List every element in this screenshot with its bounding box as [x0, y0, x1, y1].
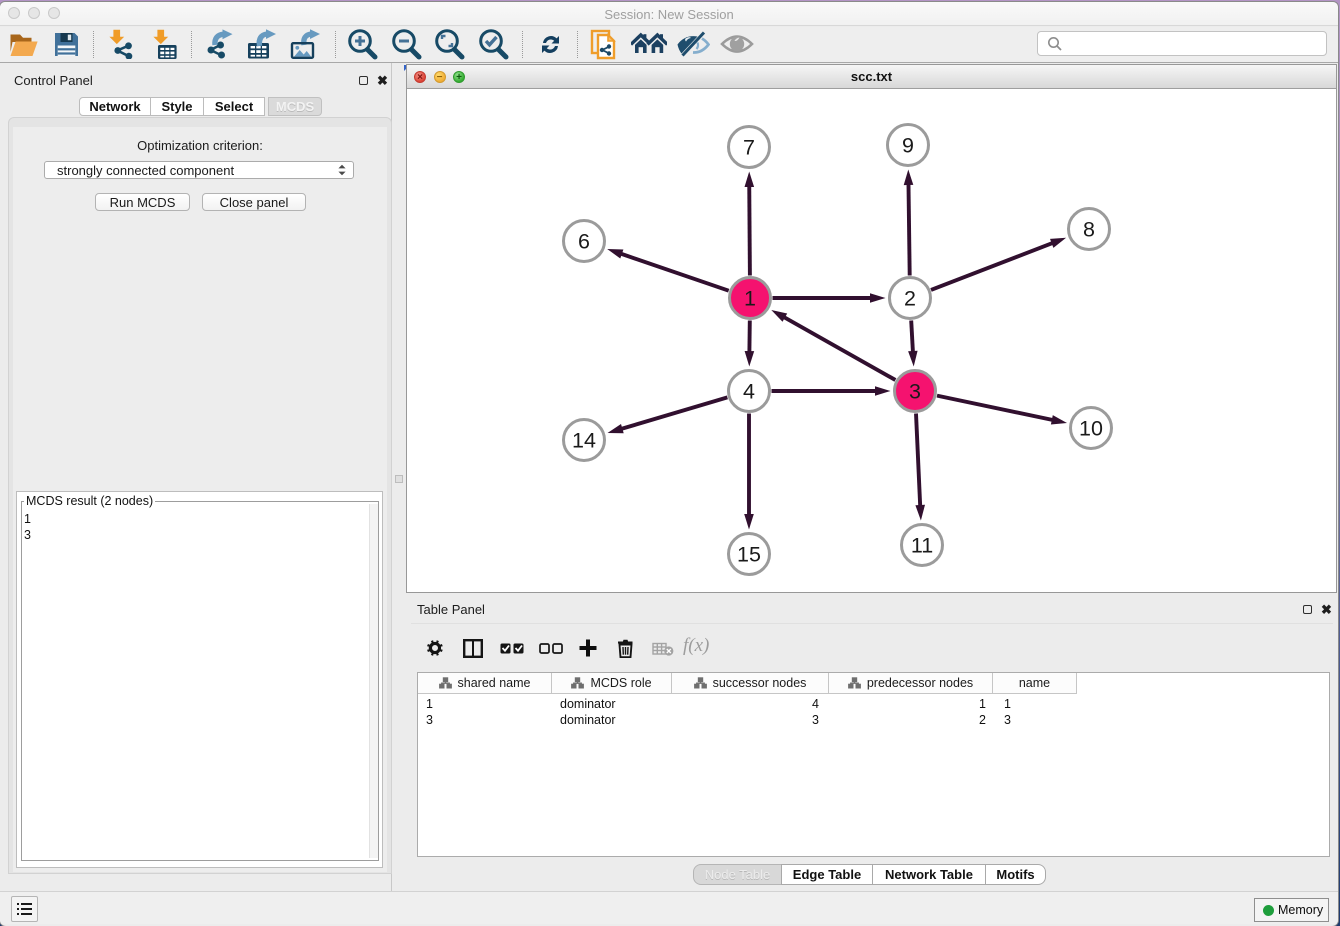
svg-text:14: 14 — [572, 429, 596, 453]
svg-text:9: 9 — [902, 134, 914, 158]
svg-text:4: 4 — [743, 380, 755, 404]
svg-text:3: 3 — [909, 380, 921, 404]
svg-text:6: 6 — [578, 230, 590, 254]
svg-text:11: 11 — [911, 534, 933, 558]
svg-text:2: 2 — [904, 287, 916, 311]
svg-text:8: 8 — [1083, 218, 1095, 242]
svg-text:7: 7 — [743, 136, 755, 160]
svg-text:10: 10 — [1079, 417, 1103, 441]
svg-text:1: 1 — [744, 287, 756, 311]
svg-text:15: 15 — [737, 543, 761, 567]
